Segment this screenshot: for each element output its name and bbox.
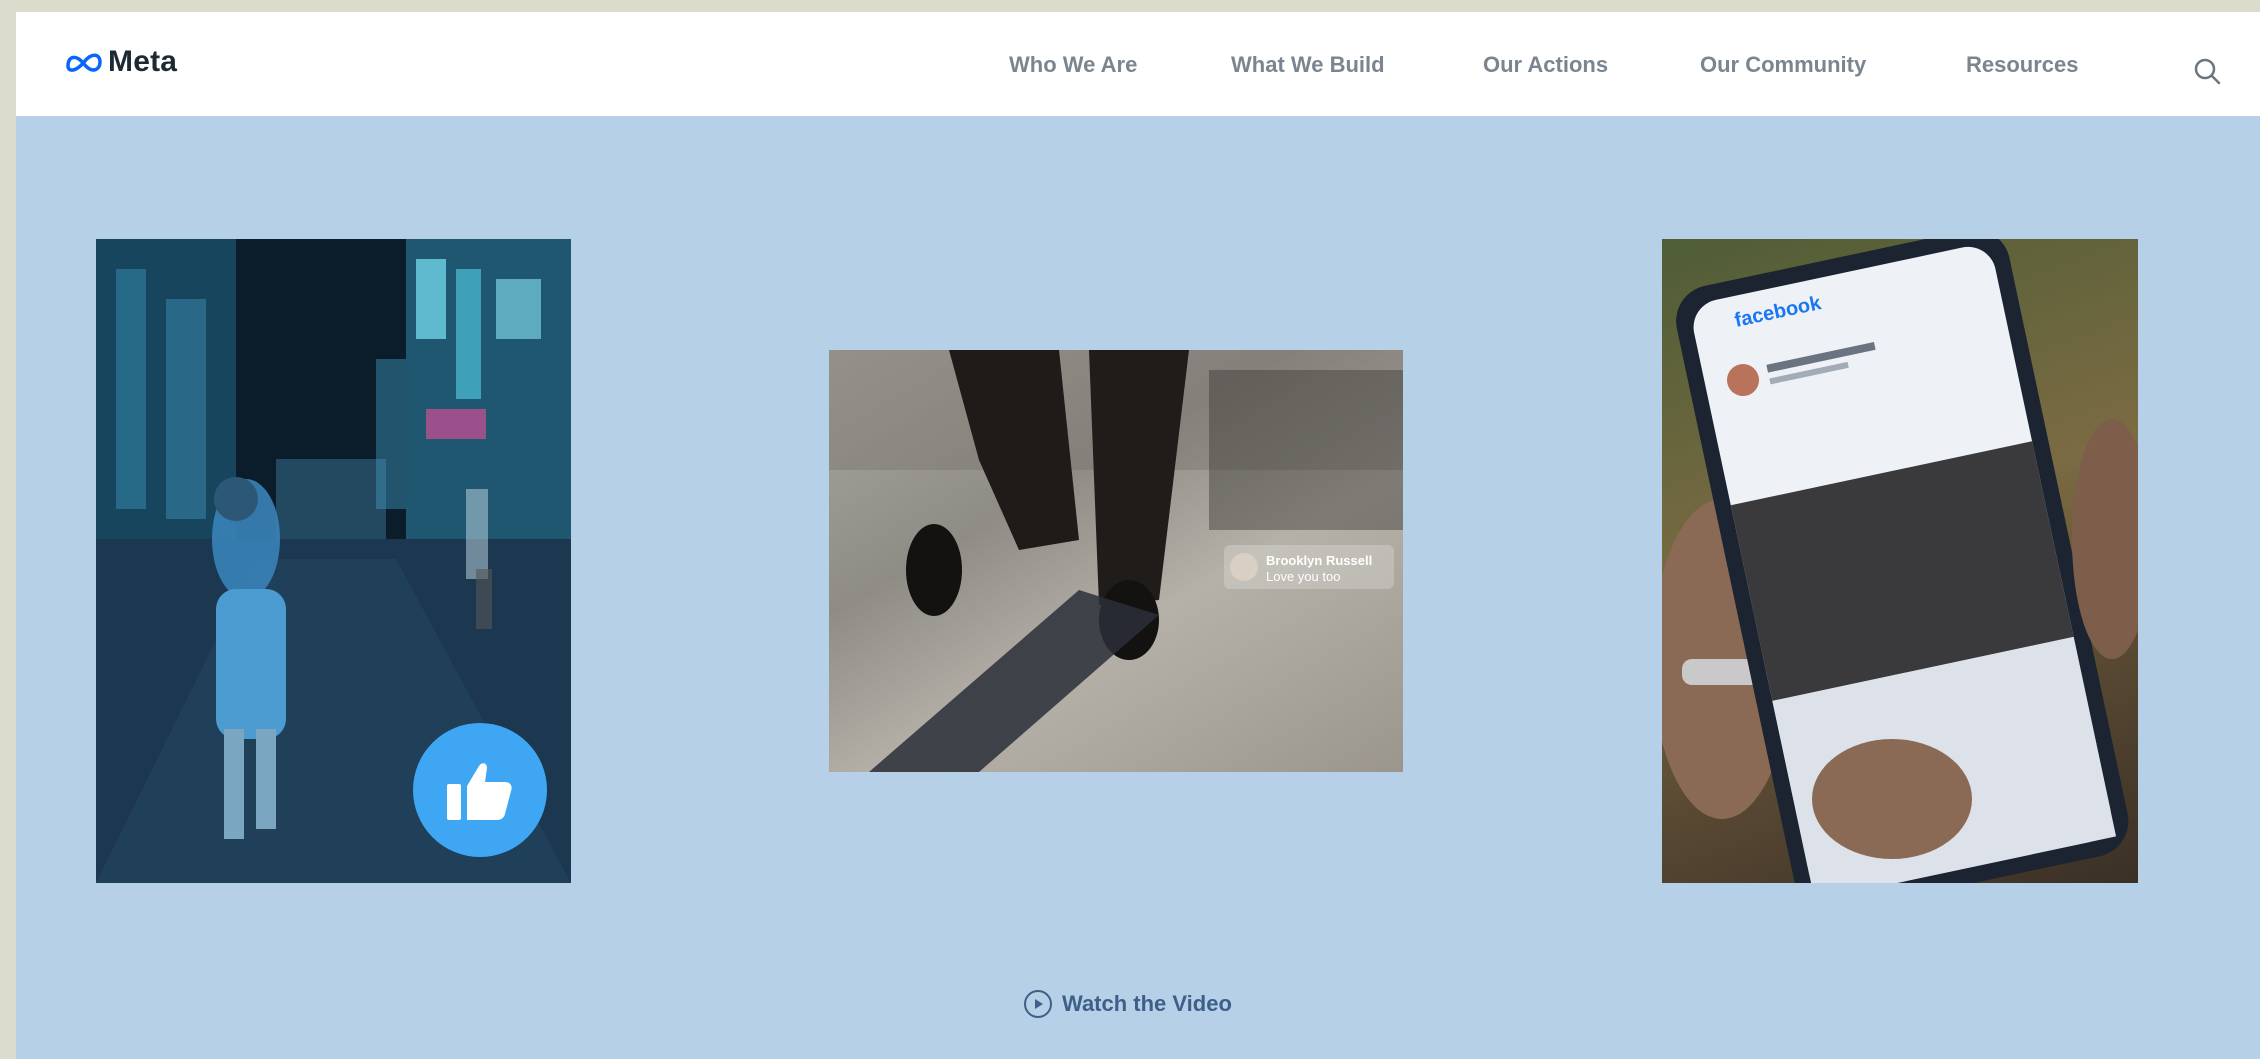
like-thumb-icon xyxy=(447,763,512,820)
nav-our-community[interactable]: Our Community xyxy=(1700,52,1866,78)
search-icon[interactable] xyxy=(2192,56,2222,86)
commenter-name: Brooklyn Russell xyxy=(1266,553,1373,568)
main-nav: Who We Are What We Build Our Actions Our… xyxy=(16,12,2260,116)
page-frame: Meta Who We Are What We Build Our Action… xyxy=(16,12,2260,1059)
watch-video-label: Watch the Video xyxy=(1062,991,1232,1016)
nav-resources[interactable]: Resources xyxy=(1966,52,2079,78)
top-navigation: Meta Who We Are What We Build Our Action… xyxy=(16,12,2260,116)
watch-video-link[interactable]: Watch the Video xyxy=(1024,990,1232,1018)
hero-image-phone: facebook xyxy=(1662,239,2138,883)
comment-overlay: Brooklyn Russell Love you too xyxy=(1224,545,1394,589)
phone-scene-illustration xyxy=(1662,239,2138,883)
play-icon xyxy=(1024,990,1052,1018)
nav-what-we-build[interactable]: What We Build xyxy=(1231,52,1385,78)
nav-who-we-are[interactable]: Who We Are xyxy=(1009,52,1137,78)
hero-image-skateboarder: Brooklyn Russell Love you too xyxy=(829,350,1403,772)
nav-our-actions[interactable]: Our Actions xyxy=(1483,52,1608,78)
commenter-avatar xyxy=(1230,553,1258,581)
like-badge xyxy=(413,723,547,857)
comment-text: Love you too xyxy=(1266,569,1341,584)
